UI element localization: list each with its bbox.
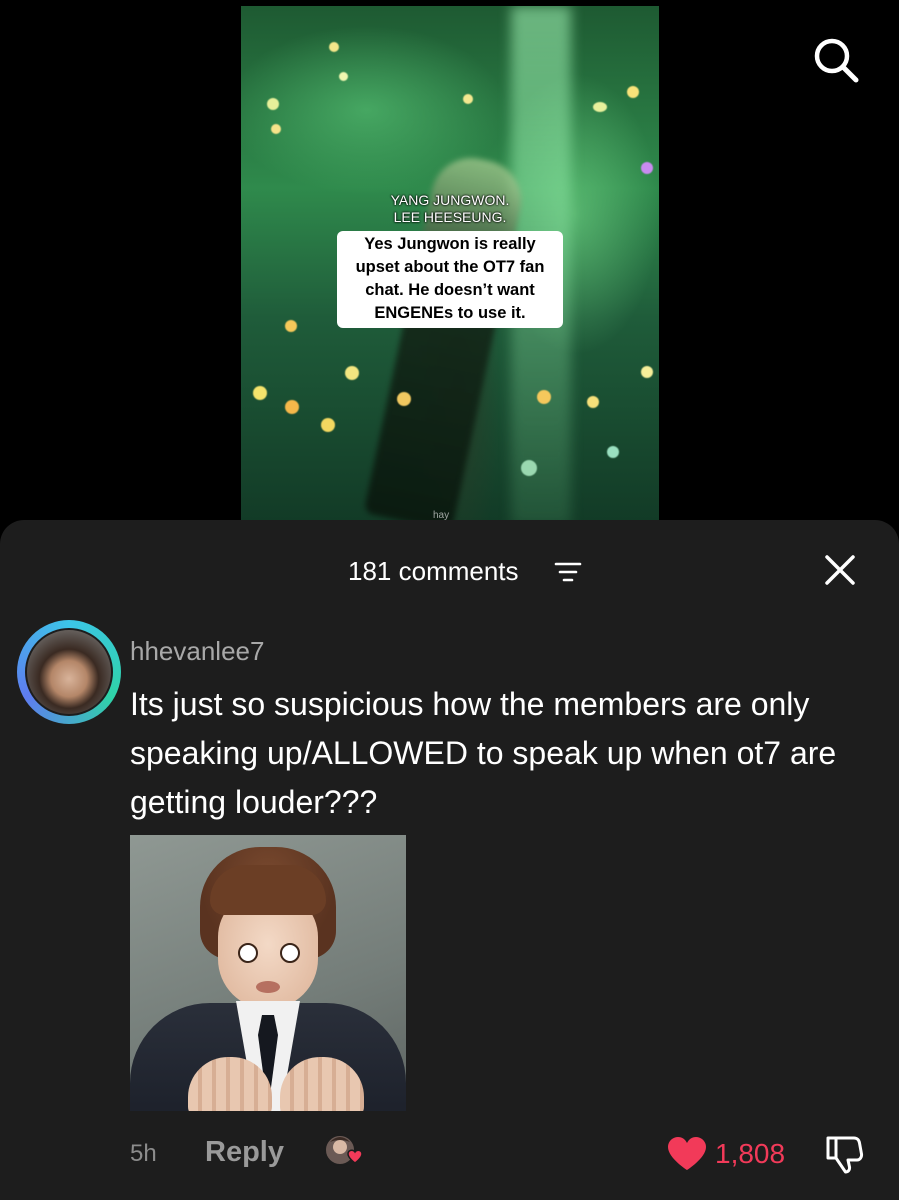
caption-text-box: Yes Jungwon is really upset about the OT… — [337, 231, 563, 328]
caption-name-line: LEE HEESEUNG. — [393, 209, 507, 225]
comments-count-title: 181 comments — [348, 556, 519, 586]
caption-name-line: YANG JUNGWON. — [390, 192, 510, 208]
search-icon[interactable] — [810, 34, 862, 86]
comments-header: 181 comments — [0, 550, 899, 590]
bokeh-light — [463, 94, 473, 104]
like-count: 1,808 — [715, 1138, 786, 1169]
reply-button[interactable]: Reply — [205, 1136, 284, 1169]
comment-username[interactable]: hhevanlee7 — [130, 636, 264, 666]
bokeh-light — [267, 98, 279, 110]
image-eye — [280, 943, 300, 963]
video-caption: YANG JUNGWON. LEE HEESEUNG. Yes Jungwon … — [241, 192, 659, 328]
bokeh-light — [641, 162, 653, 174]
bokeh-light — [329, 42, 339, 52]
bokeh-light — [593, 102, 607, 112]
bokeh-light — [253, 386, 267, 400]
bokeh-light — [271, 124, 281, 134]
close-x-icon[interactable] — [822, 552, 858, 588]
bokeh-light — [321, 418, 335, 432]
image-eye — [238, 943, 258, 963]
bokeh-light — [607, 446, 619, 458]
image-fringe — [210, 865, 326, 915]
image-mouth — [256, 981, 280, 993]
comment-attached-image[interactable] — [130, 835, 406, 1111]
avatar[interactable] — [17, 620, 121, 724]
bokeh-light — [537, 390, 551, 404]
bokeh-light — [521, 460, 537, 476]
sort-lines-icon[interactable] — [554, 560, 582, 584]
creator-liked-icon — [324, 1134, 363, 1166]
avatar-image — [25, 628, 113, 716]
comment-timestamp: 5h — [130, 1140, 157, 1167]
dislike-icon[interactable] — [822, 1132, 866, 1176]
bokeh-light — [285, 400, 299, 414]
video-player[interactable]: YANG JUNGWON. LEE HEESEUNG. Yes Jungwon … — [241, 6, 659, 526]
comments-sheet: 181 comments hhevanlee7 Its just so susp… — [0, 520, 899, 1200]
bokeh-light — [397, 392, 411, 406]
comment-actions: 5h Reply 1,808 — [0, 1126, 899, 1176]
bokeh-light — [345, 366, 359, 380]
bokeh-light — [587, 396, 599, 408]
bokeh-light — [339, 72, 348, 81]
comment-text: Its just so suspicious how the members a… — [130, 686, 837, 820]
bokeh-light — [627, 86, 639, 98]
heart-icon[interactable] — [666, 1136, 708, 1172]
bokeh-light — [641, 366, 653, 378]
